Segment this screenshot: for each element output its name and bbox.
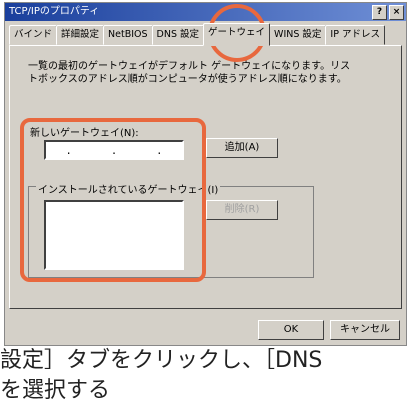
highlight-rectangle xyxy=(20,118,206,282)
title-bar: TCP/IPのプロパティ ? × xyxy=(5,3,406,21)
add-button[interactable]: 追加(A) xyxy=(206,138,278,158)
tab-dns[interactable]: DNS 設定 xyxy=(151,25,205,45)
close-button[interactable]: × xyxy=(389,5,404,20)
instruction-caption: 設定］タブをクリックし、［DNS を選択する xyxy=(0,346,411,406)
cancel-button[interactable]: キャンセル xyxy=(330,320,400,340)
tab-netbios[interactable]: NetBIOS xyxy=(103,25,153,45)
tab-wins[interactable]: WINS 設定 xyxy=(269,25,327,45)
tab-ip-address[interactable]: IP アドレス xyxy=(325,25,385,45)
ok-button[interactable]: OK xyxy=(258,320,324,340)
tab-advanced[interactable]: 詳細設定 xyxy=(56,25,105,45)
tab-bindings[interactable]: バインド xyxy=(9,25,58,45)
tab-strip: バインド 詳細設定 NetBIOS DNS 設定 ゲートウェイ WINS 設定 … xyxy=(9,23,385,46)
help-button[interactable]: ? xyxy=(372,5,387,20)
window-title: TCP/IPのプロパティ xyxy=(9,6,100,17)
gateway-description: 一覧の最初のゲートウェイがデフォルト ゲートウェイになります。リストボックスのア… xyxy=(28,61,351,85)
remove-button[interactable]: 削除(R) xyxy=(206,200,278,220)
tab-gateway[interactable]: ゲートウェイ xyxy=(203,23,271,46)
caption-line-1: 設定］タブをクリックし、［DNS xyxy=(0,348,323,373)
caption-line-2: を選択する xyxy=(0,378,111,403)
